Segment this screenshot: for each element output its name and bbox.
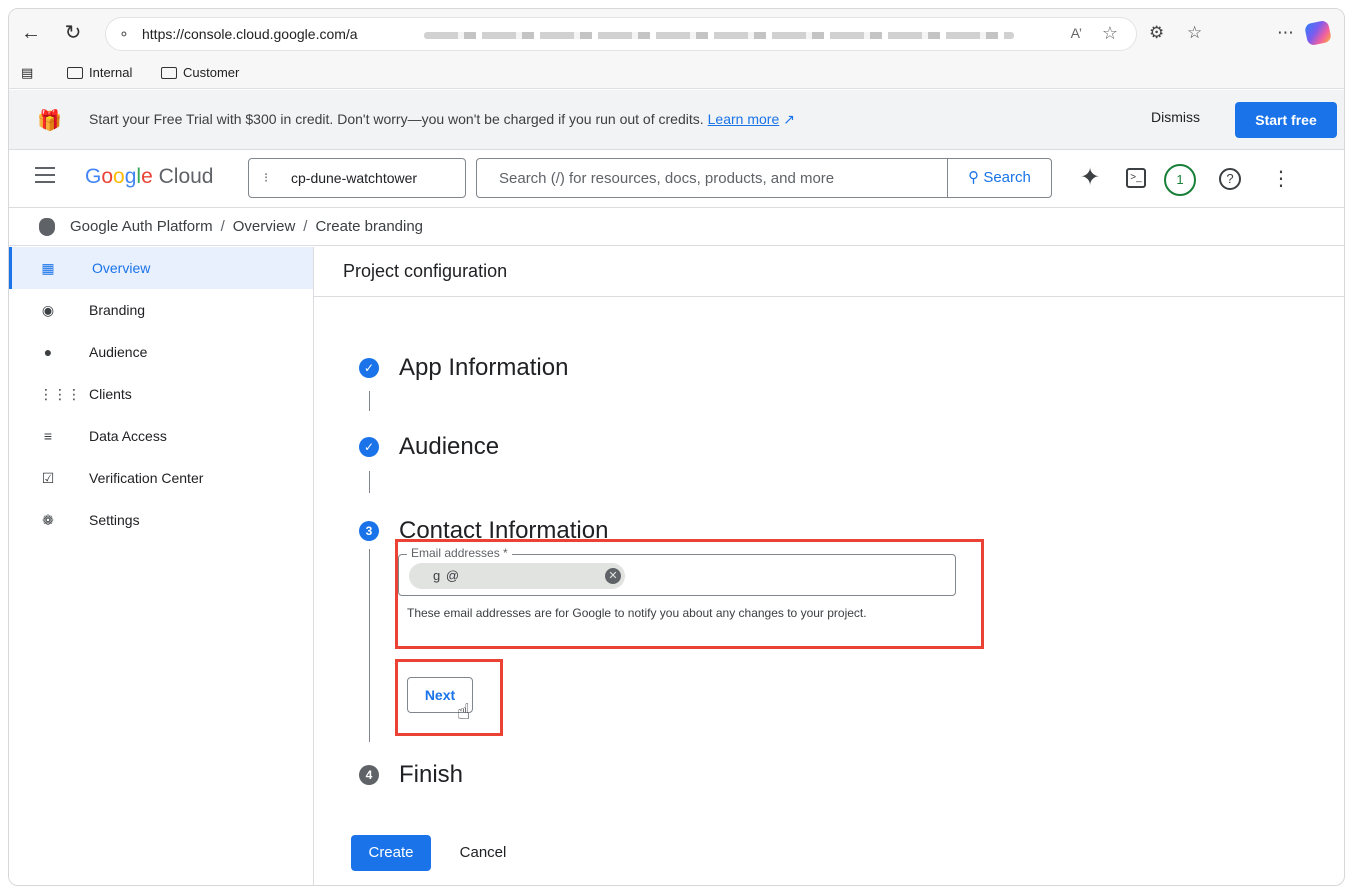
breadcrumb-item: Create branding (315, 218, 424, 235)
project-picker[interactable]: ⁝ cp-dune-watchtower (248, 158, 466, 198)
lock-icon: ⚬ (118, 26, 130, 42)
breadcrumb: Google Auth Platform / Overview / Create bra… (9, 208, 1344, 246)
browser-window: ← ↻ ⚬ https://console.cloud.google.com/a… (8, 8, 1345, 886)
reload-icon[interactable]: ↻ (61, 21, 85, 45)
highlight-box-email (395, 539, 984, 649)
google-cloud-logo[interactable]: Google Cloud (85, 165, 213, 189)
breadcrumb-item[interactable]: Google Auth Platform (70, 218, 213, 235)
bookmarks-menu-icon[interactable]: ▤ (21, 65, 33, 81)
check-circle-icon: ✓ (359, 437, 379, 457)
stepper-connector (369, 549, 370, 742)
back-icon[interactable]: ← (19, 21, 43, 45)
bookmark-internal[interactable]: Internal (67, 65, 132, 80)
search-icon: ⚲ (968, 169, 980, 186)
stepper-connector (369, 471, 370, 493)
address-bar[interactable]: ⚬ https://console.cloud.google.com/a A’ … (105, 17, 1137, 51)
favorites-icon[interactable]: ☆ (1187, 23, 1202, 43)
favorite-star-icon[interactable]: ☆ (1102, 23, 1118, 44)
more-icon[interactable]: ⋯ (1277, 23, 1294, 43)
sidebar-item-verification-center[interactable]: ☑ Verification Center (9, 457, 313, 499)
read-aloud-icon[interactable]: A’ (1071, 25, 1082, 41)
sidebar-nav: ▦ Overview ◉ Branding ● Audience ⋮⋮⋮ Cli… (9, 247, 314, 885)
account-circle-icon: ● (43, 344, 53, 360)
project-icon: ⁝ (264, 170, 269, 185)
page-title-bar: Project configuration (314, 247, 1344, 297)
notifications-badge[interactable]: 1 (1164, 164, 1196, 196)
more-vert-icon[interactable]: ⋮ (1271, 166, 1291, 191)
create-button[interactable]: Create (351, 835, 431, 871)
project-name: cp-dune-watchtower (291, 170, 418, 186)
step-number-badge: 3 (359, 521, 379, 541)
search-input[interactable] (477, 159, 945, 197)
redacted-url (424, 32, 1014, 39)
cloud-wordmark: Cloud (158, 165, 214, 188)
sidebar-item-clients[interactable]: ⋮⋮⋮ Clients (9, 373, 313, 415)
folder-icon (67, 66, 83, 79)
dashboard-icon: ▦ (41, 259, 55, 276)
gear-icon: ❁ (42, 511, 54, 528)
data-access-icon: ≡ (43, 428, 53, 444)
search-button[interactable]: ⚲ Search (947, 159, 1051, 197)
copilot-icon[interactable] (1303, 19, 1333, 47)
gift-icon: 🎁 (37, 110, 62, 132)
palette-icon: ◉ (41, 301, 55, 318)
extensions-icon[interactable]: ⚙ (1149, 23, 1164, 43)
sidebar-item-branding[interactable]: ◉ Branding (9, 289, 313, 331)
stepper-step-finish[interactable]: 4 Finish (359, 761, 463, 789)
shield-icon (39, 218, 55, 236)
grid-icon: ⋮⋮⋮ (39, 385, 81, 402)
console-header: Google Cloud ⁝ cp-dune-watchtower ⚲ Sear… (9, 150, 1344, 208)
page-title: Project configuration (343, 261, 508, 281)
sidebar-item-audience[interactable]: ● Audience (9, 331, 313, 373)
help-icon[interactable]: ? (1219, 168, 1241, 190)
sidebar-item-settings[interactable]: ❁ Settings (9, 499, 313, 541)
check-circle-icon: ✓ (359, 358, 379, 378)
google-wordmark: Google (85, 165, 153, 188)
stepper-connector (369, 391, 370, 411)
search-bar: ⚲ Search (476, 158, 1052, 198)
hamburger-menu-icon[interactable] (35, 167, 55, 183)
sidebar-item-overview[interactable]: ▦ Overview (9, 247, 313, 289)
gemini-sparkle-icon[interactable]: ✦ (1080, 163, 1100, 192)
start-free-button[interactable]: Start free (1235, 102, 1337, 138)
cloud-shell-icon[interactable]: >_ (1126, 168, 1146, 188)
bookmark-customer[interactable]: Customer (161, 65, 239, 80)
stepper-step-audience[interactable]: ✓ Audience (359, 433, 499, 461)
stepper-step-app-information[interactable]: ✓ App Information (359, 354, 568, 382)
cancel-button[interactable]: Cancel (443, 835, 523, 871)
bookmarks-bar: ▤ Internal Customer (9, 59, 1344, 89)
step-number-badge: 4 (359, 765, 379, 785)
learn-more-link[interactable]: Learn more (708, 111, 780, 127)
sidebar-item-data-access[interactable]: ≡ Data Access (9, 415, 313, 457)
external-link-icon: ↗ (779, 111, 795, 127)
free-trial-banner: 🎁 Start your Free Trial with $300 in cre… (9, 90, 1344, 150)
browser-toolbar: ← ↻ ⚬ https://console.cloud.google.com/a… (9, 9, 1344, 59)
verification-icon: ☑ (41, 469, 55, 486)
trial-message: Start your Free Trial with $300 in credi… (89, 111, 795, 127)
dismiss-button[interactable]: Dismiss (1151, 109, 1200, 125)
highlight-box-next (395, 659, 503, 736)
breadcrumb-item[interactable]: Overview (233, 218, 296, 235)
url-text: https://console.cloud.google.com/a (142, 26, 358, 42)
folder-icon (161, 66, 177, 79)
